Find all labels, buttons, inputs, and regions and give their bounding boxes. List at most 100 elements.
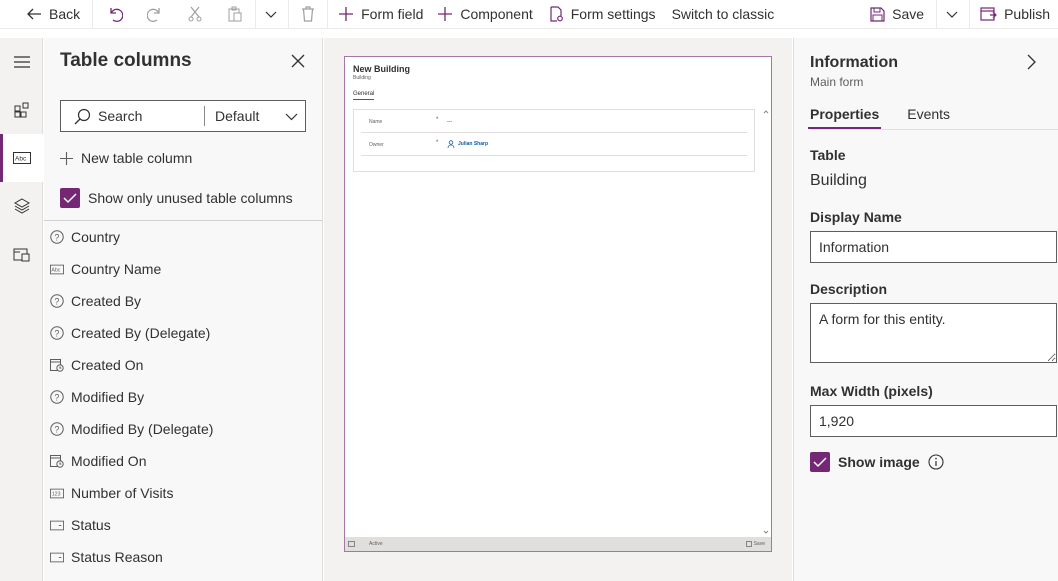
column-item[interactable]: Abc Country Name — [44, 253, 322, 285]
form-preview-section[interactable]: Name * --- Owner * Julian Sharp — [353, 109, 755, 172]
display-name-label: Display Name — [810, 209, 902, 225]
show-unused-label: Show only unused table columns — [88, 190, 293, 206]
show-image-checkbox[interactable] — [810, 452, 830, 472]
show-unused-toggle[interactable]: Show only unused table columns — [60, 188, 293, 208]
owner-name: Julian Sharp — [458, 141, 489, 147]
display-name-input[interactable] — [810, 231, 1057, 263]
undo-button[interactable] — [93, 0, 129, 29]
text-icon: Abc — [50, 262, 64, 276]
column-item[interactable]: Status Reason — [44, 541, 322, 573]
cut-button[interactable] — [169, 0, 209, 29]
form-field-button[interactable]: Form field — [328, 0, 429, 29]
show-image-label: Show image — [838, 454, 920, 470]
show-image-toggle[interactable]: Show image — [810, 452, 944, 472]
rail-table-columns-button[interactable]: Abc — [0, 134, 43, 182]
tab-properties[interactable]: Properties — [808, 106, 882, 129]
undo-icon — [110, 8, 124, 22]
back-button[interactable]: Back — [0, 0, 86, 29]
column-item[interactable]: Status — [44, 509, 322, 541]
form-field-label: Form field — [361, 6, 424, 22]
svg-text:Abc: Abc — [15, 156, 27, 163]
column-item[interactable]: ? Created By (Delegate) — [44, 317, 322, 349]
status-icon — [50, 518, 64, 532]
rail-tree-view-button[interactable] — [0, 182, 43, 230]
column-list: ? Country Abc Country Name ? Created By … — [44, 221, 322, 573]
svg-text:?: ? — [54, 425, 59, 435]
paste-button[interactable] — [209, 0, 249, 29]
form-settings-label: Form settings — [570, 6, 656, 22]
rail-menu-button[interactable] — [0, 38, 43, 86]
info-icon[interactable] — [928, 454, 944, 470]
form-preview-tab-general[interactable]: General — [353, 91, 375, 100]
svg-text:123: 123 — [52, 491, 61, 497]
form-canvas: New Building Building General Name * ---… — [324, 38, 792, 581]
components-icon — [14, 102, 28, 118]
text-field-icon: Abc — [12, 152, 31, 164]
delete-icon — [302, 6, 315, 22]
column-label: Country — [71, 229, 121, 245]
save-options-dropdown[interactable] — [937, 0, 965, 29]
plus-icon — [339, 7, 354, 21]
delete-button[interactable] — [289, 0, 321, 29]
component-label: Component — [460, 6, 533, 22]
description-textarea[interactable]: A form for this entity. — [810, 303, 1057, 363]
collapse-pane-button[interactable] — [1025, 53, 1037, 74]
plus-icon — [60, 151, 73, 165]
show-unused-checkbox[interactable] — [60, 188, 80, 208]
form-field-name[interactable]: Name * --- — [361, 110, 747, 133]
column-item[interactable]: ? Country — [44, 221, 322, 253]
max-width-label: Max Width (pixels) — [810, 383, 933, 399]
form-preview-subtitle: Building — [353, 75, 371, 81]
search-icon — [74, 108, 91, 124]
rail-components-button[interactable] — [0, 86, 43, 134]
properties-title: Information — [810, 54, 898, 71]
form-preview-scrollbar[interactable] — [763, 109, 769, 535]
new-table-column-button[interactable]: New table column — [60, 150, 192, 166]
form-preview[interactable]: New Building Building General Name * ---… — [344, 56, 772, 552]
form-settings-button[interactable]: Form settings — [539, 0, 662, 29]
rail-form-libraries-button[interactable] — [0, 230, 43, 278]
properties-pane: Information Main form Properties Events … — [793, 38, 1058, 581]
new-table-column-label: New table column — [81, 150, 193, 166]
column-item[interactable]: Modified On — [44, 445, 322, 477]
cut-icon — [188, 6, 202, 22]
more-dropdown-button[interactable] — [256, 0, 284, 29]
max-width-input[interactable] — [810, 405, 1057, 437]
properties-tabs: Properties Events — [808, 106, 976, 129]
person-icon — [447, 140, 455, 148]
tab-events[interactable]: Events — [907, 106, 950, 129]
column-item[interactable]: 123 Number of Visits — [44, 477, 322, 509]
svg-text:?: ? — [54, 297, 59, 307]
form-preview-footer: Active Save — [345, 537, 771, 551]
column-filter-dropdown[interactable]: Default — [205, 108, 305, 124]
column-item[interactable]: Created On — [44, 349, 322, 381]
column-item[interactable]: ? Modified By (Delegate) — [44, 413, 322, 445]
field-label: Name — [369, 119, 383, 125]
column-label: Modified By — [71, 389, 145, 405]
switch-to-classic-button[interactable]: Switch to classic — [662, 0, 781, 29]
option-set-icon: ? — [50, 422, 64, 436]
column-filter-value: Default — [215, 108, 260, 124]
expand-icon — [348, 541, 355, 547]
close-panel-button[interactable] — [289, 52, 307, 70]
save-button[interactable]: Save — [864, 0, 930, 29]
field-value: --- — [447, 119, 452, 125]
hamburger-icon — [13, 56, 30, 68]
command-bar: Back Form field Component Form settings … — [0, 0, 1058, 29]
search-input[interactable] — [98, 108, 198, 124]
save-icon — [870, 6, 885, 22]
form-preview-status: Active — [369, 541, 383, 547]
back-arrow-icon — [27, 8, 41, 20]
column-item[interactable]: ? Created By — [44, 285, 322, 317]
redo-button[interactable] — [129, 0, 169, 29]
number-icon: 123 — [50, 486, 64, 500]
column-item[interactable]: ? Modified By — [44, 381, 322, 413]
component-button[interactable]: Component — [429, 0, 538, 29]
publish-button[interactable]: Publish — [970, 0, 1058, 29]
checkmark-icon — [813, 457, 827, 468]
switch-to-classic-label: Switch to classic — [671, 6, 775, 22]
column-label: Status — [71, 517, 111, 533]
publish-label: Publish — [1004, 6, 1050, 22]
form-field-owner[interactable]: Owner * Julian Sharp — [361, 133, 747, 156]
column-label: Created On — [71, 357, 144, 373]
